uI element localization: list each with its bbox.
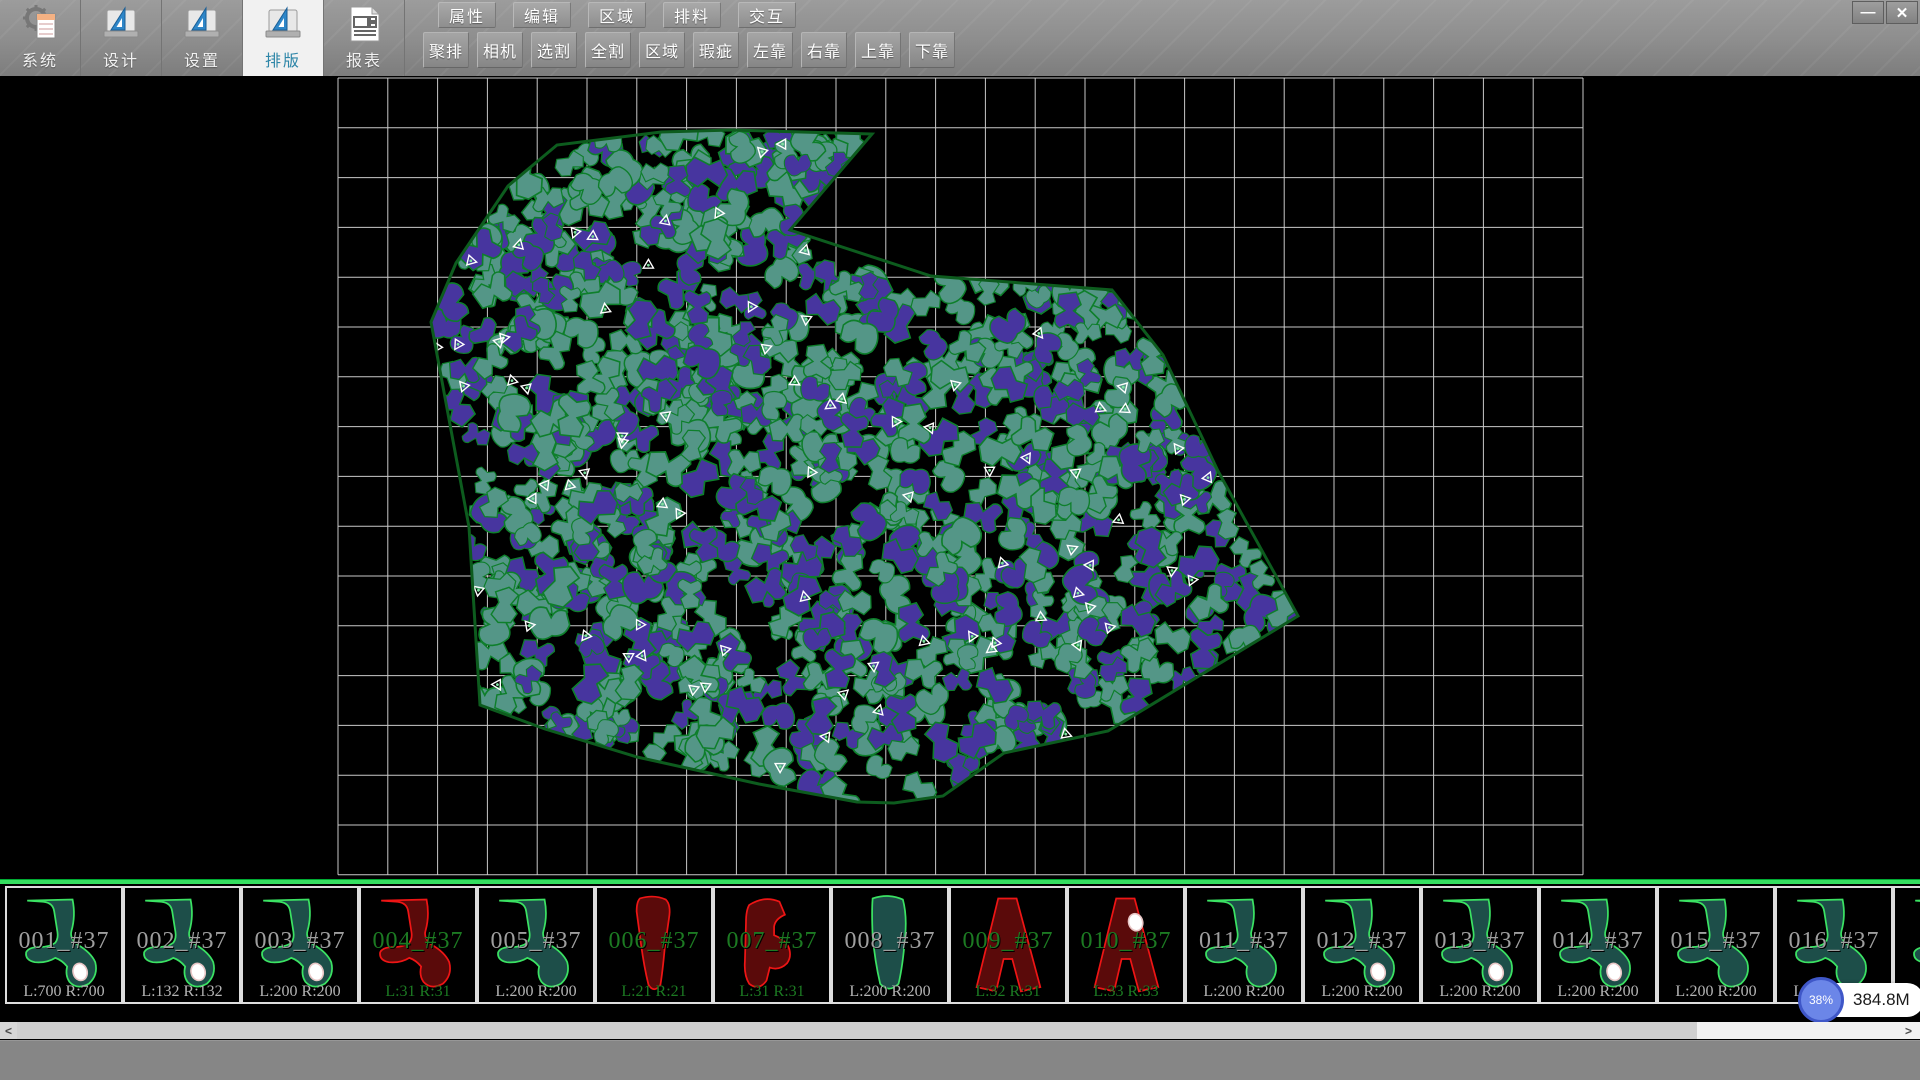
minimize-button[interactable]: —	[1852, 1, 1884, 24]
tool-button-10[interactable]: 下靠	[909, 32, 955, 68]
app-tab-3[interactable]: 设置	[162, 0, 243, 76]
nested-pieces	[413, 111, 1306, 822]
window-controls: — ✕	[1852, 1, 1918, 24]
app-tab-5[interactable]: 报表	[324, 0, 405, 76]
nesting-ruler-icon	[263, 4, 303, 44]
tool-button-2[interactable]: 相机	[477, 32, 523, 68]
report-doc-icon	[344, 4, 384, 44]
status-bar	[0, 1040, 1920, 1080]
app-tab-1[interactable]: 系统	[0, 0, 81, 76]
piece-thumbnail-3[interactable]: 003_#37L:200 R:200	[241, 886, 359, 1004]
piece-shape	[483, 890, 591, 1002]
piece-shape	[129, 890, 237, 1002]
piece-shape	[1073, 890, 1181, 1002]
menu-tab-5[interactable]: 交互	[738, 2, 796, 28]
tool-button-row: 聚排相机选割全割区域瑕疵左靠右靠上靠下靠	[423, 32, 955, 68]
tool-button-7[interactable]: 左靠	[747, 32, 793, 68]
piece-thumbnail-14[interactable]: 014_#37L:200 R:200	[1539, 886, 1657, 1004]
title-toolbar: 系统设计设置排版报表 属性编辑区域排料交互 聚排相机选割全割区域瑕疵左靠右靠上靠…	[0, 0, 1920, 76]
piece-thumbnail-2[interactable]: 002_#37L:132 R:132	[123, 886, 241, 1004]
piece-thumbnail-9[interactable]: 009_#37L:32 R:31	[949, 886, 1067, 1004]
design-ruler-icon	[101, 4, 141, 44]
piece-marker-icon	[985, 467, 995, 476]
app-window: 系统设计设置排版报表 属性编辑区域排料交互 聚排相机选割全割区域瑕疵左靠右靠上靠…	[0, 0, 1920, 1080]
menu-tab-row: 属性编辑区域排料交互	[438, 2, 796, 28]
app-tab-4[interactable]: 排版	[243, 0, 324, 76]
piece-marker-icon	[641, 259, 654, 272]
nesting-layout-drawing	[0, 76, 1920, 879]
piece-thumbnail-7[interactable]: 007_#37L:31 R:31	[713, 886, 831, 1004]
piece-thumbnail-5[interactable]: 005_#37L:200 R:200	[477, 886, 595, 1004]
tool-button-6[interactable]: 瑕疵	[693, 32, 739, 68]
piece-shape	[1309, 890, 1417, 1002]
app-tab-2[interactable]: 设计	[81, 0, 162, 76]
piece-shape	[1427, 890, 1535, 1002]
piece-thumbnail-11[interactable]: 011_#37L:200 R:200	[1185, 886, 1303, 1004]
app-tab-label: 系统	[22, 47, 58, 71]
piece-thumbnail-1[interactable]: 001_#37L:700 R:700	[5, 886, 123, 1004]
memory-size-label: 384.8M	[1853, 990, 1910, 1010]
piece-shape	[1191, 890, 1299, 1002]
piece-shape	[365, 890, 473, 1002]
piece-shape	[1663, 890, 1771, 1002]
nesting-canvas[interactable]	[0, 76, 1920, 879]
scrollbar-thumb[interactable]	[17, 1022, 1697, 1039]
piece-shape	[11, 890, 119, 1002]
scroll-right-arrow-icon[interactable]: >	[1900, 1022, 1917, 1039]
tool-button-1[interactable]: 聚排	[423, 32, 469, 68]
piece-shape	[247, 890, 355, 1002]
piece-shape	[955, 890, 1063, 1002]
menu-tab-2[interactable]: 编辑	[513, 2, 571, 28]
menu-tab-3[interactable]: 区域	[588, 2, 646, 28]
piece-thumbnail-13[interactable]: 013_#37L:200 R:200	[1421, 886, 1539, 1004]
tool-button-8[interactable]: 右靠	[801, 32, 847, 68]
close-button[interactable]: ✕	[1886, 1, 1918, 24]
piece-shape	[601, 890, 709, 1002]
piece-shape	[719, 890, 827, 1002]
piece-thumbnail-6[interactable]: 006_#37L:21 R:21	[595, 886, 713, 1004]
tool-button-4[interactable]: 全割	[585, 32, 631, 68]
menu-tab-4[interactable]: 排料	[663, 2, 721, 28]
menu-tab-1[interactable]: 属性	[438, 2, 496, 28]
system-gear-icon	[20, 4, 60, 44]
tool-button-3[interactable]: 选割	[531, 32, 577, 68]
tool-button-9[interactable]: 上靠	[855, 32, 901, 68]
piece-shape	[837, 890, 945, 1002]
memory-progress-badge[interactable]: 38% 384.8M	[1803, 983, 1920, 1017]
scroll-left-arrow-icon[interactable]: <	[0, 1022, 17, 1039]
app-tab-label: 排版	[265, 47, 301, 71]
progress-circle: 38%	[1798, 977, 1844, 1023]
piece-thumbnail-4[interactable]: 004_#37L:31 R:31	[359, 886, 477, 1004]
settings-ruler-icon	[182, 4, 222, 44]
piece-thumbnail-8[interactable]: 008_#37L:200 R:200	[831, 886, 949, 1004]
strip-separator-line	[0, 879, 1920, 884]
tool-button-5[interactable]: 区域	[639, 32, 685, 68]
piece-marker-icon	[579, 469, 590, 480]
horizontal-scrollbar[interactable]: < >	[0, 1022, 1920, 1039]
app-tab-bar: 系统 设计 设置 排版 报表	[0, 0, 405, 76]
app-tab-label: 设置	[184, 47, 220, 71]
app-tab-label: 报表	[346, 47, 382, 71]
piece-thumbnail-10[interactable]: 010_#37L:33 R:33	[1067, 886, 1185, 1004]
piece-thumbnail-15[interactable]: 015_#37L:200 R:200	[1657, 886, 1775, 1004]
piece-shape	[1545, 890, 1653, 1002]
app-tab-label: 设计	[103, 47, 139, 71]
piece-thumbnail-12[interactable]: 012_#37L:200 R:200	[1303, 886, 1421, 1004]
piece-thumbnail-strip: 001_#37L:700 R:700002_#37L:132 R:132003_…	[5, 886, 1920, 1004]
